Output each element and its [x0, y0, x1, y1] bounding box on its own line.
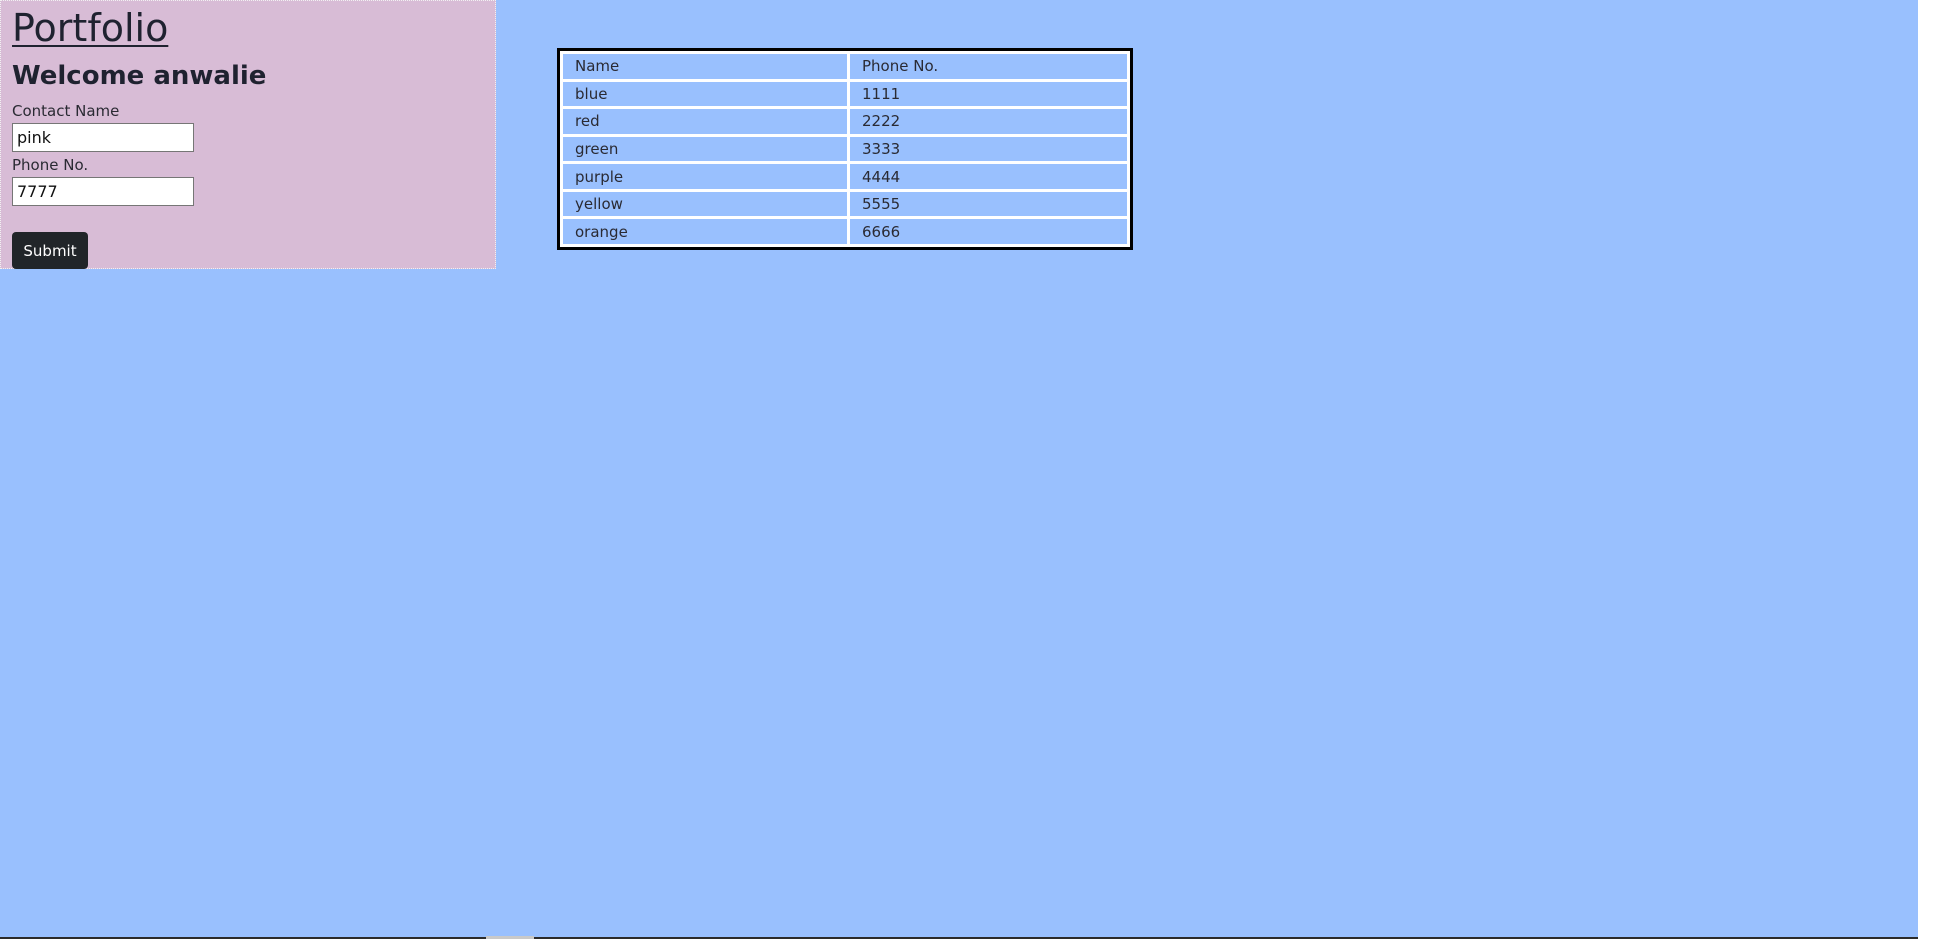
table-row: red 2222: [563, 109, 1127, 134]
contact-name-label: Contact Name: [12, 102, 120, 120]
cell-phone: 2222: [850, 109, 1127, 134]
page-title[interactable]: Portfolio: [12, 3, 168, 53]
cell-phone: 4444: [850, 164, 1127, 189]
cell-phone: 5555: [850, 191, 1127, 217]
cell-name: yellow: [563, 191, 847, 217]
header-cell-phone: Phone No.: [850, 54, 1127, 79]
table-header-row: Name Phone No.: [563, 54, 1127, 79]
cell-phone: 1111: [850, 81, 1127, 107]
window-edge: [1918, 0, 1960, 939]
phone-input[interactable]: [12, 177, 194, 206]
table-row: green 3333: [563, 136, 1127, 162]
table-row: blue 1111: [563, 81, 1127, 107]
contact-form-panel: Portfolio Welcome anwalie Contact Name P…: [0, 0, 496, 269]
table-row: orange 6666: [563, 219, 1127, 244]
welcome-heading: Welcome anwalie: [12, 61, 267, 91]
cell-phone: 6666: [850, 219, 1127, 244]
header-cell-name: Name: [563, 54, 847, 79]
cell-name: red: [563, 109, 847, 134]
phone-label: Phone No.: [12, 156, 89, 174]
contacts-table: Name Phone No. blue 1111 red 2222 green …: [557, 48, 1133, 250]
cell-name: orange: [563, 219, 847, 244]
table-row: purple 4444: [563, 164, 1127, 189]
cell-name: green: [563, 136, 847, 162]
cell-name: purple: [563, 164, 847, 189]
cell-name: blue: [563, 81, 847, 107]
table-row: yellow 5555: [563, 191, 1127, 217]
cell-phone: 3333: [850, 136, 1127, 162]
page-viewport: Portfolio Welcome anwalie Contact Name P…: [0, 0, 1918, 937]
contact-name-input[interactable]: [12, 123, 194, 152]
submit-button[interactable]: Submit: [12, 232, 88, 269]
